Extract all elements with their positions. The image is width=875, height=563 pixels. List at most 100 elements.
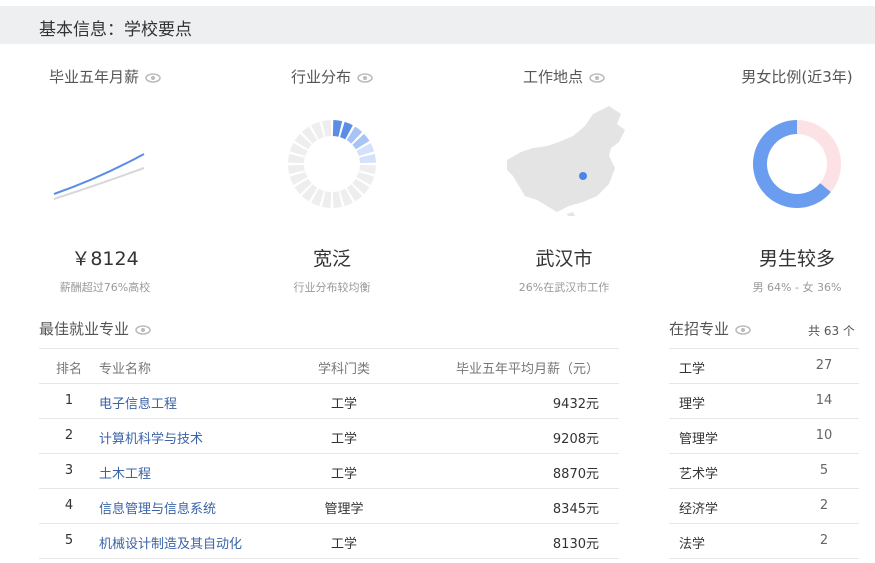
- industry-ring-segment: [321, 191, 332, 208]
- table-row: 2 计算机科学与技术 工学 9208元: [39, 419, 619, 454]
- industry-card: 行业分布 宽泛 行业分布较均衡: [227, 66, 437, 295]
- salary-sub: 薪酬超过76%高校: [59, 281, 151, 294]
- eye-icon[interactable]: [135, 324, 151, 335]
- table-row: 1 电子信息工程 工学 9432元: [39, 384, 619, 419]
- salary-trend-baseline: [53, 167, 145, 200]
- rank-cell: 1: [64, 393, 74, 408]
- gender-card: 男女比例(近3年) 男生较多 男 64% - 女 36%: [692, 66, 875, 295]
- list-item: 管理学 10: [669, 419, 859, 454]
- discipline-count: 27: [815, 358, 833, 373]
- salary-cell: 8345元: [552, 502, 599, 517]
- hainan-island: [567, 212, 575, 218]
- header-name: 专业名称: [99, 362, 152, 377]
- discipline-count: 2: [819, 498, 829, 513]
- location-card-label: 工作地点: [522, 68, 583, 86]
- industry-ring-segment: [332, 191, 343, 208]
- major-link[interactable]: 计算机科学与技术: [99, 428, 203, 447]
- discipline-name: 法学: [679, 537, 706, 552]
- industry-ring-segment: [288, 164, 305, 175]
- location-sub: 26%在武汉市工作: [518, 281, 610, 294]
- list-item: 理学 14: [669, 384, 859, 419]
- location-card: 工作地点 武汉市 26%在武汉市工作: [459, 66, 669, 295]
- enroll-majors-title-row: 在招专业: [669, 318, 751, 339]
- category-cell: 工学: [330, 537, 357, 552]
- category-cell: 管理学: [324, 502, 364, 517]
- major-link[interactable]: 机械设计制造及其自动化: [99, 533, 242, 552]
- list-item: 工学 27: [669, 349, 859, 384]
- eye-icon[interactable]: [589, 72, 605, 83]
- discipline-count: 2: [819, 533, 829, 548]
- discipline-count: 10: [815, 428, 833, 443]
- industry-ring-segment: [359, 164, 376, 175]
- location-value: 武汉市: [535, 248, 593, 270]
- discipline-count: 5: [819, 463, 829, 478]
- rank-cell: 3: [64, 463, 74, 478]
- major-link[interactable]: 电子信息工程: [99, 393, 177, 412]
- page-title: 基本信息：学校要点: [39, 20, 192, 40]
- gender-donut-chart: [692, 96, 875, 216]
- eye-icon[interactable]: [145, 72, 161, 83]
- salary-cell: 9208元: [552, 432, 599, 447]
- category-cell: 工学: [330, 432, 357, 447]
- list-item: 艺术学 5: [669, 454, 859, 489]
- industry-ring-segment: [332, 120, 343, 137]
- salary-card-label: 毕业五年月薪: [48, 68, 139, 86]
- female-slice: [797, 120, 841, 193]
- salary-cell: 9432元: [552, 397, 599, 412]
- rank-cell: 2: [64, 428, 74, 443]
- industry-ring-segment: [321, 120, 332, 137]
- list-item: 经济学 2: [669, 489, 859, 524]
- industry-ring-segment: [359, 153, 376, 164]
- header-category: 学科门类: [317, 362, 370, 377]
- salary-cell: 8130元: [552, 537, 599, 552]
- salary-cell: 8870元: [552, 467, 599, 482]
- discipline-count: 14: [815, 393, 833, 408]
- major-link[interactable]: 土木工程: [99, 463, 151, 482]
- gender-sub: 男 64% - 女 36%: [752, 281, 842, 294]
- gender-value: 男生较多: [758, 248, 835, 270]
- enroll-total: 共 63 个: [808, 324, 855, 338]
- gender-donut-svg: [753, 120, 841, 208]
- table-row: 3 土木工程 工学 8870元: [39, 454, 619, 489]
- gender-card-label-row: 男女比例(近3年): [692, 66, 875, 88]
- table-header-row: 排名 专业名称 学科门类 毕业五年平均月薪（元）: [39, 349, 619, 384]
- location-card-label-row: 工作地点: [459, 66, 669, 88]
- header-rank: 排名: [55, 362, 82, 377]
- industry-card-label-row: 行业分布: [227, 66, 437, 88]
- category-cell: 工学: [330, 467, 357, 482]
- china-map: [459, 96, 669, 218]
- salary-card: 毕业五年月薪 ￥8124 薪酬超过76%高校: [0, 66, 210, 295]
- industry-ring-chart: [227, 96, 437, 216]
- rank-cell: 4: [64, 498, 74, 513]
- china-map-svg: [507, 106, 625, 218]
- best-majors-table: 排名 专业名称 学科门类 毕业五年平均月薪（元） 1 电子信息工程 工学 943…: [39, 348, 619, 559]
- discipline-name: 艺术学: [679, 467, 719, 482]
- discipline-name: 工学: [679, 362, 706, 377]
- eye-icon[interactable]: [357, 72, 373, 83]
- gender-card-label: 男女比例(近3年): [741, 68, 853, 86]
- industry-sub: 行业分布较均衡: [293, 281, 371, 294]
- eye-icon[interactable]: [735, 324, 751, 335]
- industry-ring-segment: [288, 153, 305, 164]
- best-majors-title: 最佳就业专业: [39, 320, 130, 338]
- major-link[interactable]: 信息管理与信息系统: [99, 498, 216, 517]
- section-header: 基本信息：学校要点: [0, 6, 875, 44]
- discipline-name: 管理学: [679, 432, 719, 447]
- category-cell: 工学: [330, 397, 357, 412]
- enroll-majors-table: 工学 27 理学 14 管理学 10 艺术学 5 经济学 2 法学 2: [669, 348, 859, 559]
- salary-value: ￥8124: [71, 248, 139, 270]
- rank-cell: 5: [64, 533, 74, 548]
- industry-ring-svg: [288, 120, 376, 208]
- industry-value: 宽泛: [312, 248, 351, 270]
- table-row: 4 信息管理与信息系统 管理学 8345元: [39, 489, 619, 524]
- enroll-majors-title: 在招专业: [669, 320, 730, 338]
- salary-card-label-row: 毕业五年月薪: [0, 66, 210, 88]
- salary-trend-svg: [53, 153, 145, 200]
- best-majors-title-row: 最佳就业专业: [39, 318, 151, 339]
- discipline-name: 经济学: [679, 502, 719, 517]
- china-map-outline: [507, 106, 625, 212]
- industry-card-label: 行业分布: [290, 68, 351, 86]
- list-item: 法学 2: [669, 524, 859, 559]
- discipline-name: 理学: [679, 397, 706, 412]
- wuhan-marker: [579, 172, 587, 180]
